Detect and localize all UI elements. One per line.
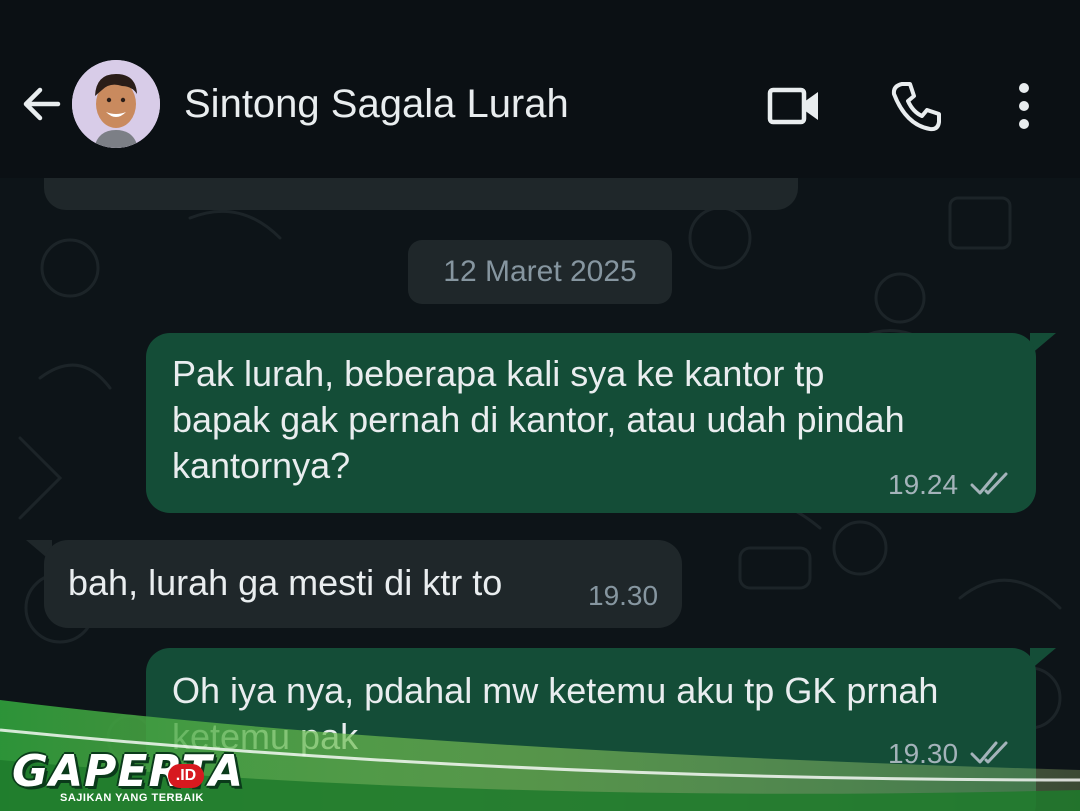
message-bubble-outgoing[interactable]: Oh iya nya, pdahal mw ketemu aku tp GK p… <box>146 648 1036 811</box>
message-timestamp: 19.24 <box>888 469 959 500</box>
arrow-left-icon[interactable] <box>18 80 66 128</box>
chat-area[interactable]: 12 Maret 2025 Pak lurah, beberapa kali s… <box>0 178 1080 811</box>
message-text-line: Oh iya nya, pdahal mw ketemu aku tp GK p… <box>172 670 939 711</box>
avatar[interactable] <box>72 60 160 148</box>
date-divider: 12 Maret 2025 <box>408 240 672 304</box>
contact-name[interactable]: Sintong Sagala Lurah <box>184 82 569 127</box>
message-bubble-incoming[interactable]: bah, lurah ga mesti di ktr to 19.30 <box>44 540 682 628</box>
message-timestamp: 19.30 <box>888 738 959 769</box>
previous-message-bubble <box>44 178 798 210</box>
message-text-line: kantornya? <box>172 445 351 486</box>
message-text-line: bah, lurah ga mesti di ktr to <box>68 562 503 603</box>
watermark-tagline: SAJIKAN YANG TERBAIK <box>60 792 204 804</box>
chat-header: Sintong Sagala Lurah <box>0 0 1080 178</box>
phone-icon[interactable] <box>888 78 944 134</box>
double-check-icon <box>970 741 1008 764</box>
avatar-image <box>72 60 160 148</box>
video-call-icon[interactable] <box>766 78 822 134</box>
message-text-line: bapak gak pernah di kantor, atau udah pi… <box>172 399 905 440</box>
message-timestamp: 19.30 <box>588 580 659 611</box>
message-bubble-outgoing[interactable]: Pak lurah, beberapa kali sya ke kantor t… <box>146 333 1036 513</box>
more-vertical-icon[interactable] <box>996 78 1052 134</box>
watermark-logo-suffix: .ID <box>168 764 204 788</box>
message-text-line: Pak lurah, beberapa kali sya ke kantor t… <box>172 353 825 394</box>
watermark-logo: GAPERTA <box>12 746 245 797</box>
double-check-icon <box>970 472 1008 495</box>
